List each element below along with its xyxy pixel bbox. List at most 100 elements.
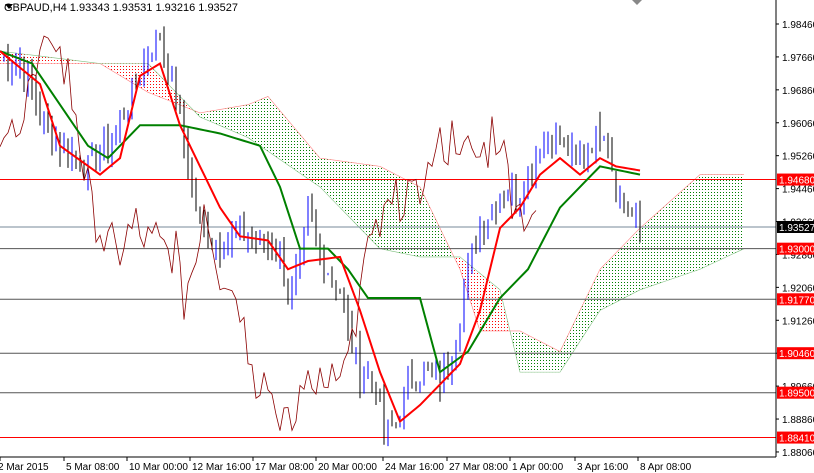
kumo-cloud-segment [212, 110, 216, 124]
chart-window[interactable]: 1.984601.976601.968601.960601.952601.944… [0, 0, 814, 473]
kumo-cloud-segment [124, 63, 128, 81]
kumo-cloud-segment [388, 170, 392, 252]
level-price-label: 1.89500 [779, 389, 814, 400]
level-price-label: 1.88410 [779, 434, 814, 445]
y-tick-label: 1.96060 [782, 119, 814, 130]
kumo-cloud-segment [436, 219, 440, 257]
shift-marker-icon [632, 0, 642, 5]
kumo-cloud-segment [416, 184, 420, 257]
kumo-cloud-segment [516, 330, 520, 373]
current-price-label: 1.93527 [779, 223, 814, 234]
kumo-cloud-segment [268, 96, 272, 155]
kumo-cloud-segment [284, 115, 288, 166]
kumo-cloud-segment [44, 56, 48, 64]
kumo-cloud-segment [704, 174, 708, 268]
kumo-cloud-segment [272, 101, 276, 157]
kumo-cloud-segment [424, 195, 428, 257]
kumo-cloud-segment [488, 279, 492, 331]
kumo-cloud-segment [496, 286, 500, 331]
kumo-cloud-segment [540, 341, 544, 373]
kumo-cloud-segment [40, 56, 44, 64]
kumo-cloud-segment [696, 174, 700, 271]
kumo-cloud-segment [548, 345, 552, 373]
kumo-cloud-segment [472, 266, 476, 319]
kumo-cloud-segment [292, 124, 296, 171]
kumo-cloud-segment [404, 178, 408, 255]
kumo-cloud-segment [276, 105, 280, 160]
kumo-cloud-segment [620, 244, 624, 301]
kumo-cloud-segment [56, 58, 60, 64]
kumo-cloud-segment [632, 232, 636, 294]
kumo-cloud-segment [736, 174, 740, 253]
kumo-cloud-segment [296, 129, 300, 174]
kumo-cloud-segment [668, 199, 672, 281]
kumo-cloud-segment [300, 134, 304, 176]
kumo-cloud-segment [712, 174, 716, 264]
kumo-cloud-segment [280, 110, 284, 163]
kumo-cloud-segment [464, 260, 468, 294]
kumo-cloud-segment [584, 293, 588, 336]
kumo-cloud-segment [580, 302, 584, 342]
kumo-cloud-segment [636, 228, 640, 292]
y-tick-label: 1.91260 [782, 316, 814, 327]
kumo-cloud-segment [308, 143, 312, 182]
kumo-cloud-segment [604, 261, 608, 309]
kumo-cloud-segment [652, 213, 656, 286]
kumo-cloud-segment [612, 252, 616, 305]
x-tick-label: 24 Mar 16:00 [385, 462, 444, 473]
kumo-cloud-segment [364, 164, 368, 237]
chart-title: GBPAUD,H4 1.93343 1.93531 1.93216 1.9352… [4, 2, 239, 14]
kumo-cloud-segment [348, 161, 352, 220]
y-tick-label: 1.97660 [782, 53, 814, 64]
kumo-cloud-segment [32, 55, 36, 64]
kumo-cloud-segment [376, 165, 380, 249]
kumo-cloud-segment [692, 178, 696, 272]
kumo-cloud-segment [408, 180, 412, 256]
kumo-cloud-segment [256, 99, 260, 146]
kumo-cloud-segment [144, 63, 148, 93]
kumo-cloud-segment [360, 163, 364, 233]
x-tick-label: 20 Mar 00:00 [318, 462, 377, 473]
kumo-cloud-segment [640, 224, 644, 290]
kumo-cloud-segment [724, 174, 728, 259]
x-tick-label: 8 Apr 08:00 [640, 462, 692, 473]
kumo-cloud-segment [104, 63, 108, 69]
kumo-cloud-segment [524, 333, 528, 373]
kumo-cloud-segment [684, 185, 688, 275]
kumo-cloud-segment [708, 174, 712, 266]
price-chart[interactable]: 1.984601.976601.968601.960601.952601.944… [0, 0, 814, 473]
x-tick-label: 17 Mar 08:00 [255, 462, 314, 473]
x-tick-label: 3 Apr 16:00 [577, 462, 629, 473]
kumo-cloud-segment [260, 98, 264, 149]
kumo-cloud-segment [304, 139, 308, 179]
kumo-cloud-segment [732, 174, 736, 255]
kumo-cloud-segment [536, 339, 540, 373]
kumo-cloud-segment [48, 57, 52, 64]
kumo-cloud-segment [264, 96, 268, 152]
kumo-cloud-segment [288, 120, 292, 168]
level-price-label: 1.94680 [779, 176, 814, 187]
x-tick-label: 27 Mar 08:00 [449, 462, 508, 473]
kumo-cloud-segment [688, 181, 692, 274]
kumo-cloud-segment [236, 106, 240, 135]
level-price-label: 1.93000 [779, 245, 814, 256]
kumo-cloud-segment [600, 265, 604, 311]
y-tick-label: 1.92060 [782, 283, 814, 294]
kumo-cloud-segment [240, 105, 244, 136]
kumo-cloud-segment [672, 196, 676, 279]
kumo-cloud-segment [332, 159, 336, 204]
kumo-cloud-segment [544, 343, 548, 373]
kumo-cloud-segment [232, 106, 236, 133]
kumo-cloud-segment [320, 158, 324, 192]
kumo-cloud-segment [128, 63, 132, 83]
kumo-cloud-segment [532, 337, 536, 373]
kumo-cloud-segment [356, 163, 360, 229]
kumo-cloud-segment [628, 236, 632, 297]
kumo-cloud-segment [248, 103, 252, 141]
kumo-cloud-segment [228, 107, 232, 131]
kumo-cloud-segment [520, 330, 524, 373]
kumo-cloud-segment [616, 248, 620, 303]
x-tick-label: 12 Mar 16:00 [192, 462, 251, 473]
kumo-cloud-segment [344, 161, 348, 216]
kumo-cloud-segment [220, 108, 224, 128]
